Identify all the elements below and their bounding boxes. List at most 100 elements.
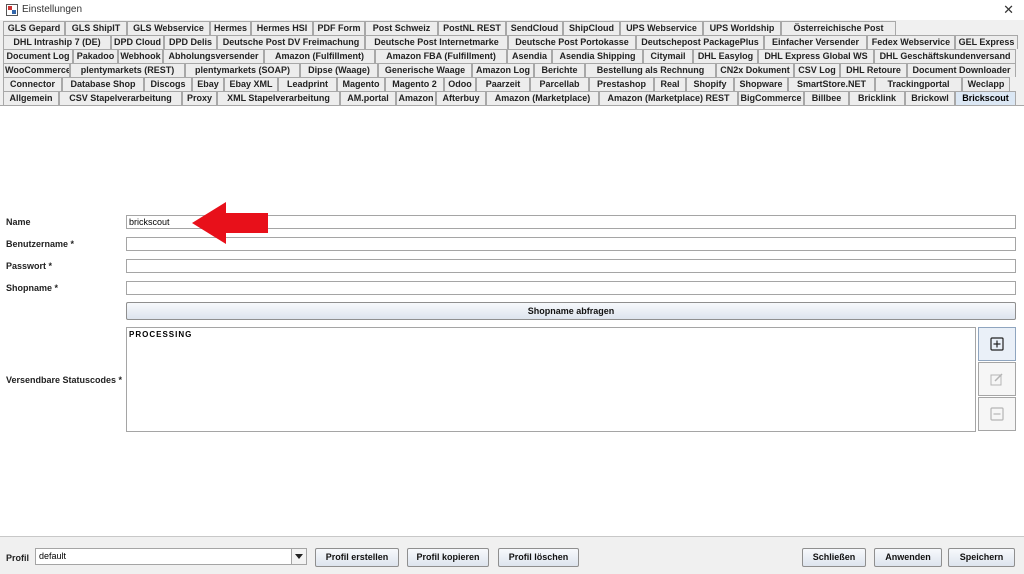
tab-amazon-marketplace[interactable]: Amazon (Marketplace) [486, 91, 599, 105]
tab-proxy[interactable]: Proxy [182, 91, 217, 105]
tab-gls-webservice[interactable]: GLS Webservice [127, 21, 210, 35]
title-bar: Einstellungen ✕ [0, 0, 1024, 20]
tab-dhl-geschäftskundenversand[interactable]: DHL Geschäftskundenversand [874, 49, 1016, 63]
tab-ups-worldship[interactable]: UPS Worldship [703, 21, 781, 35]
tab-amazon-fulfillment[interactable]: Amazon (Fulfillment) [264, 49, 375, 63]
tab-afterbuy[interactable]: Afterbuy [436, 91, 486, 105]
list-item[interactable]: PROCESSING [129, 330, 973, 339]
red-arrow-icon [192, 202, 268, 244]
tab-prestashop[interactable]: Prestashop [589, 77, 654, 91]
tab-paarzeit[interactable]: Paarzeit [476, 77, 530, 91]
copy-profile-button[interactable]: Profil kopieren [407, 548, 489, 567]
tab-woocommerce[interactable]: WooCommerce [3, 63, 70, 77]
tab-database-shop[interactable]: Database Shop [62, 77, 144, 91]
tab-gls-gepard[interactable]: GLS Gepard [3, 21, 65, 35]
tab-weclapp[interactable]: Weclapp [962, 77, 1010, 91]
delete-profile-button[interactable]: Profil löschen [498, 548, 579, 567]
tab-shopware[interactable]: Shopware [734, 77, 788, 91]
tab-csv-stapelverarbeitung[interactable]: CSV Stapelverarbeitung [59, 91, 182, 105]
tab-pakadoo[interactable]: Pakadoo [73, 49, 118, 63]
tab-dhl-easylog[interactable]: DHL Easylog [693, 49, 758, 63]
tab-deutsche-post-internetmarke[interactable]: Deutsche Post Internetmarke [365, 35, 508, 49]
close-button[interactable]: Schließen [802, 548, 866, 567]
password-field[interactable] [126, 259, 1016, 273]
tab-sendcloud[interactable]: SendCloud [506, 21, 563, 35]
tab-bestellung-als-rechnung[interactable]: Bestellung als Rechnung [585, 63, 716, 77]
tab-ebay[interactable]: Ebay [192, 77, 224, 91]
tab-real[interactable]: Real [654, 77, 686, 91]
tab-fedex-webservice[interactable]: Fedex Webservice [867, 35, 955, 49]
tab-bricklink[interactable]: Bricklink [849, 91, 905, 105]
tab-brickscout[interactable]: Brickscout [955, 91, 1016, 105]
tab-einfacher-versender[interactable]: Einfacher Versender [764, 35, 867, 49]
add-status-button[interactable] [978, 327, 1016, 361]
tab-gel-express[interactable]: GEL Express [955, 35, 1018, 49]
tab-amazon-fba-fulfillment[interactable]: Amazon FBA (Fulfillment) [375, 49, 507, 63]
tab-odoo[interactable]: Odoo [444, 77, 476, 91]
tab-dhl-intraship-7-de[interactable]: DHL Intraship 7 (DE) [3, 35, 111, 49]
chevron-down-icon[interactable] [291, 549, 306, 564]
tab-amazon[interactable]: Amazon [396, 91, 436, 105]
shopname-field[interactable] [126, 281, 1016, 295]
tab-parcellab[interactable]: Parcellab [530, 77, 589, 91]
tab-österreichische-post[interactable]: Österreichische Post [781, 21, 896, 35]
tab-billbee[interactable]: Billbee [804, 91, 849, 105]
tab-deutsche-post-dv-freimachung[interactable]: Deutsche Post DV Freimachung [217, 35, 365, 49]
tab-pdf-form[interactable]: PDF Form [313, 21, 365, 35]
tab-ups-webservice[interactable]: UPS Webservice [620, 21, 703, 35]
tab-asendia-shipping[interactable]: Asendia Shipping [552, 49, 643, 63]
tab-magento-2[interactable]: Magento 2 [385, 77, 444, 91]
tab-plentymarkets-soap[interactable]: plentymarkets (SOAP) [185, 63, 300, 77]
tab-amazon-marketplace-rest[interactable]: Amazon (Marketplace) REST [599, 91, 738, 105]
tab-shopify[interactable]: Shopify [686, 77, 734, 91]
tab-leadprint[interactable]: Leadprint [278, 77, 337, 91]
tab-citymail[interactable]: Citymail [643, 49, 693, 63]
remove-square-icon [990, 407, 1004, 421]
create-profile-button[interactable]: Profil erstellen [315, 548, 399, 567]
edit-status-button[interactable] [978, 362, 1016, 396]
tab-ebay-xml[interactable]: Ebay XML [224, 77, 278, 91]
tab-xml-stapelverarbeitung[interactable]: XML Stapelverarbeitung [217, 91, 340, 105]
tab-cn2x-dokument[interactable]: CN2x Dokument [716, 63, 794, 77]
tab-document-log[interactable]: Document Log [3, 49, 73, 63]
fetch-shopname-button[interactable]: Shopname abfragen [126, 302, 1016, 320]
tab-post-schweiz[interactable]: Post Schweiz [365, 21, 438, 35]
status-codes-list[interactable]: PROCESSING [126, 327, 976, 432]
tab-trackingportal[interactable]: Trackingportal [875, 77, 962, 91]
save-button[interactable]: Speichern [948, 548, 1015, 567]
tab-connector[interactable]: Connector [3, 77, 62, 91]
close-icon[interactable]: ✕ [1003, 2, 1014, 18]
tab-deutsche-post-portokasse[interactable]: Deutsche Post Portokasse [508, 35, 636, 49]
tab-hermes-hsi[interactable]: Hermes HSI [251, 21, 313, 35]
tab-generische-waage[interactable]: Generische Waage [378, 63, 472, 77]
profile-select[interactable]: default [35, 548, 307, 565]
tab-asendia[interactable]: Asendia [507, 49, 552, 63]
tab-hermes[interactable]: Hermes [210, 21, 251, 35]
tab-gls-shipit[interactable]: GLS ShipIT [65, 21, 127, 35]
tab-dhl-express-global-ws[interactable]: DHL Express Global WS [758, 49, 874, 63]
tab-shipcloud[interactable]: ShipCloud [563, 21, 620, 35]
apply-button[interactable]: Anwenden [874, 548, 942, 567]
tab-dipse-waage[interactable]: Dipse (Waage) [300, 63, 378, 77]
tab-plentymarkets-rest[interactable]: plentymarkets (REST) [70, 63, 185, 77]
tab-webhook[interactable]: Webhook [118, 49, 163, 63]
tab-allgemein[interactable]: Allgemein [3, 91, 59, 105]
remove-status-button[interactable] [978, 397, 1016, 431]
tab-brickowl[interactable]: Brickowl [905, 91, 955, 105]
tab-deutschepost-packageplus[interactable]: Deutschepost PackagePlus [636, 35, 764, 49]
tab-smartstore-net[interactable]: SmartStore.NET [788, 77, 875, 91]
tab-dhl-retoure[interactable]: DHL Retoure [840, 63, 907, 77]
tab-discogs[interactable]: Discogs [144, 77, 192, 91]
bottom-bar: Profil default Profil erstellen Profil k… [0, 537, 1024, 574]
tab-document-downloader[interactable]: Document Downloader [907, 63, 1016, 77]
tab-am-portal[interactable]: AM.portal [340, 91, 396, 105]
tab-dpd-delis[interactable]: DPD Delis [164, 35, 217, 49]
tab-dpd-cloud[interactable]: DPD Cloud [111, 35, 164, 49]
tab-bigcommerce[interactable]: BigCommerce [738, 91, 804, 105]
tab-magento[interactable]: Magento [337, 77, 385, 91]
tab-berichte[interactable]: Berichte [534, 63, 585, 77]
tab-abholungsversender[interactable]: Abholungsversender [163, 49, 264, 63]
tab-amazon-log[interactable]: Amazon Log [472, 63, 534, 77]
tab-postnl-rest[interactable]: PostNL REST [438, 21, 506, 35]
tab-csv-log[interactable]: CSV Log [794, 63, 840, 77]
